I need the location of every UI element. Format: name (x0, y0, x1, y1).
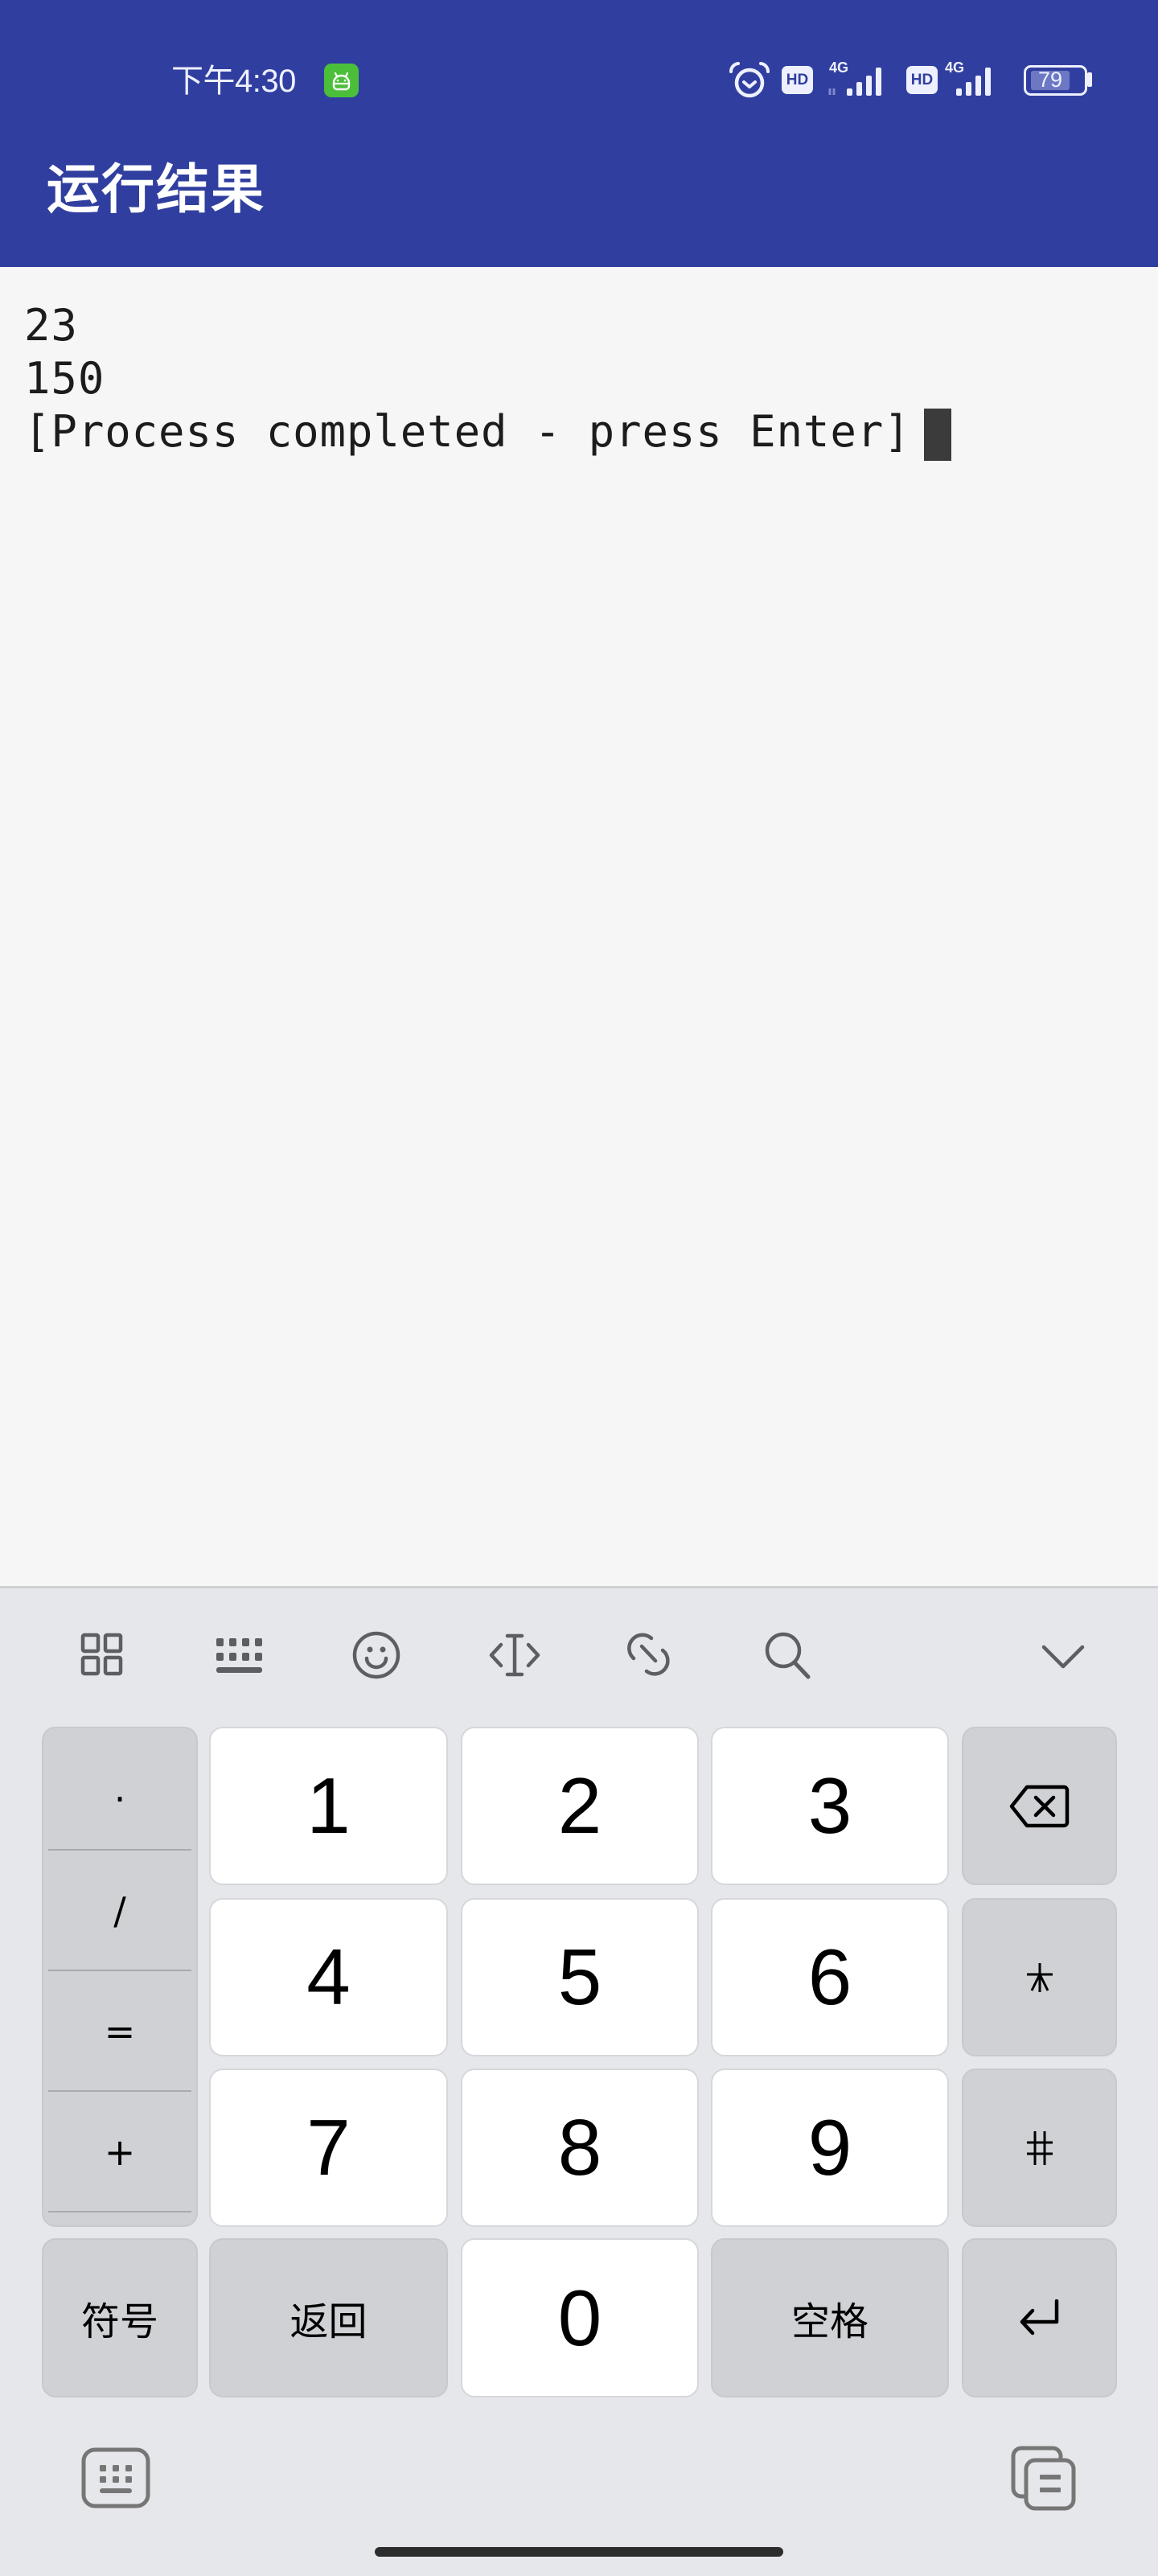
hd-icon: HD (906, 66, 938, 94)
key-plus[interactable]: + (43, 2092, 196, 2212)
text-cursor-icon[interactable] (488, 1633, 541, 1678)
key-0[interactable]: 0 (461, 2238, 699, 2397)
key-1[interactable]: 1 (209, 1727, 448, 1885)
clipboard-icon[interactable] (1009, 2445, 1077, 2511)
keyboard-switch-icon[interactable] (81, 2447, 150, 2508)
hd-label: HD (786, 71, 809, 88)
signal-4g-icon: 4G (943, 60, 1011, 97)
battery-tip (1087, 72, 1092, 87)
key-label: . (113, 1767, 126, 1810)
backspace-icon (1009, 1785, 1069, 1827)
status-time: 下午4:30 (171, 64, 296, 99)
space-key[interactable]: 空格 (711, 2238, 949, 2397)
key-5[interactable]: 5 (461, 1898, 699, 2056)
alarm-icon (729, 62, 770, 98)
console-line: 23 (24, 300, 78, 351)
app-bar (0, 0, 1158, 267)
key-6[interactable]: 6 (711, 1898, 949, 2056)
emoji-icon[interactable] (351, 1630, 401, 1680)
key-label: + (104, 2130, 136, 2174)
divider (48, 2211, 191, 2212)
key-7[interactable]: 7 (209, 2069, 448, 2227)
key-equals[interactable]: = (43, 1971, 196, 2092)
battery-level: 79 (1037, 68, 1063, 92)
link-icon[interactable] (626, 1630, 677, 1680)
keyboard-layout-icon[interactable] (216, 1637, 264, 1675)
symbols-key[interactable]: 符号 (42, 2238, 198, 2397)
back-key[interactable]: 返回 (209, 2238, 448, 2397)
signal-4g-icon: 4G (826, 60, 893, 97)
android-face-icon (324, 64, 359, 97)
enter-icon (1020, 2299, 1058, 2336)
console-line: [Process completed - press Enter] (24, 406, 911, 457)
side-symbol-column[interactable]: . / = + (42, 1727, 198, 2227)
key-label: = (104, 2010, 136, 2053)
key-asterisk[interactable]: * (962, 1898, 1117, 2056)
key-hash[interactable]: # (962, 2069, 1117, 2227)
chevron-down-icon[interactable] (1041, 1644, 1086, 1670)
key-9[interactable]: 9 (711, 2069, 949, 2227)
console-line: 150 (24, 353, 105, 404)
terminal-cursor (924, 409, 951, 461)
grid-icon[interactable] (80, 1633, 124, 1676)
hd-label: HD (910, 71, 934, 88)
key-8[interactable]: 8 (461, 2069, 699, 2227)
backspace-key[interactable] (962, 1727, 1117, 1885)
key-slash[interactable]: / (43, 1851, 196, 1971)
enter-key[interactable] (962, 2238, 1117, 2397)
search-icon[interactable] (763, 1630, 813, 1680)
key-2[interactable]: 2 (461, 1727, 699, 1885)
asterisk-icon (1026, 1962, 1053, 1992)
key-3[interactable]: 3 (711, 1727, 949, 1885)
page-title: 运行结果 (47, 158, 265, 220)
key-dot[interactable]: . (43, 1728, 196, 1849)
home-indicator[interactable] (375, 2547, 783, 2557)
key-4[interactable]: 4 (209, 1898, 448, 2056)
hd-icon: HD (782, 66, 813, 94)
key-label: / (113, 1889, 126, 1933)
hash-icon (1026, 2130, 1053, 2165)
